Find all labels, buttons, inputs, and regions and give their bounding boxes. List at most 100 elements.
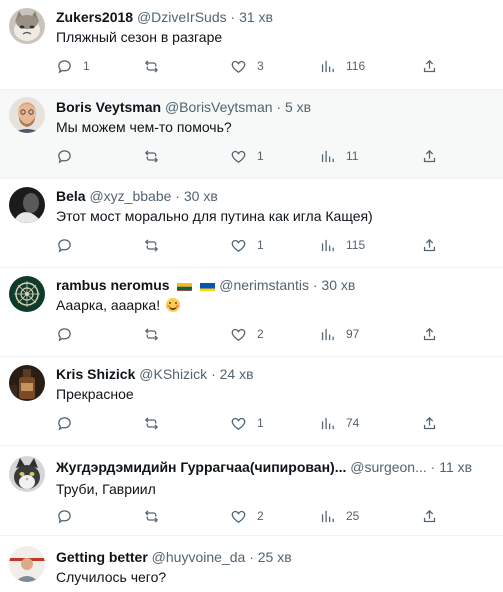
share-button[interactable]	[421, 145, 438, 167]
like-icon	[230, 415, 247, 432]
like-count: 3	[257, 59, 264, 73]
tweet-actions: 1 115	[0, 234, 503, 256]
view-count: 11	[346, 149, 359, 163]
retweet-icon	[143, 508, 160, 525]
like-icon	[230, 237, 247, 254]
retweet-button[interactable]	[143, 412, 170, 434]
share-button[interactable]	[421, 505, 438, 527]
like-button[interactable]: 1	[230, 234, 264, 256]
reply-button[interactable]	[56, 412, 83, 434]
share-button[interactable]	[421, 55, 438, 77]
tweet-actions: 1 74	[0, 412, 503, 434]
like-count: 2	[257, 327, 264, 341]
retweet-button[interactable]	[143, 234, 170, 256]
view-count: 74	[346, 416, 360, 430]
timestamp[interactable]: 31 хв	[239, 9, 273, 25]
username[interactable]: @surgeon...	[350, 459, 426, 475]
tweet[interactable]: Kris Shizick @KShizick · 24 хв Прекрасно…	[0, 357, 503, 446]
username[interactable]: @BorisVeytsman	[165, 99, 273, 115]
views-button[interactable]: 25	[319, 505, 359, 527]
share-button[interactable]	[421, 323, 438, 345]
grey-cat-avatar[interactable]	[9, 456, 45, 492]
display-name[interactable]: Bela	[56, 188, 86, 204]
share-icon	[421, 58, 438, 75]
reply-icon	[56, 508, 73, 525]
retweet-icon	[143, 58, 160, 75]
tweet-text: Этот мост морально для путина как игла К…	[56, 208, 373, 224]
display-name[interactable]: Zukers2018	[56, 9, 133, 25]
tweet[interactable]: rambus neromus @nerimstantis · 30 хв Ааа…	[0, 268, 503, 357]
display-name[interactable]: Getting better	[56, 549, 148, 565]
username[interactable]: @huyvoine_da	[152, 549, 246, 565]
retweet-button[interactable]	[143, 323, 170, 345]
like-button[interactable]: 3	[230, 55, 264, 77]
username[interactable]: @DziveIrSuds	[137, 9, 227, 25]
display-name[interactable]: Kris Shizick	[56, 366, 135, 382]
ornament-avatar[interactable]	[9, 276, 45, 312]
display-name[interactable]: Жугдэрдэмидийн Гуррагчаа(чипирован)...	[56, 459, 346, 475]
reply-button[interactable]: 1	[56, 55, 90, 77]
tweet-text: Труби, Гавриил	[56, 481, 156, 497]
tweet-text: Случилось чего?	[56, 569, 167, 585]
reply-icon	[56, 58, 73, 75]
timestamp[interactable]: 5 хв	[285, 99, 311, 115]
username[interactable]: @nerimstantis	[219, 277, 309, 293]
retweet-button[interactable]	[143, 55, 170, 77]
like-icon	[230, 326, 247, 343]
views-icon	[319, 508, 336, 525]
timestamp[interactable]: 25 хв	[258, 549, 292, 565]
share-icon	[421, 415, 438, 432]
views-button[interactable]: 97	[319, 323, 359, 345]
bottle-avatar[interactable]	[9, 365, 45, 401]
tweet-header: Жугдэрдэмидийн Гуррагчаа(чипирован)... @…	[56, 458, 472, 476]
tweet-text-content: Ааарка, ааарка!	[56, 297, 161, 313]
tweet-header: Boris Veytsman @BorisVeytsman · 5 хв	[56, 98, 311, 116]
smiling-face-emoji-icon	[166, 298, 180, 312]
tweet-actions: 1 3 116	[0, 55, 503, 77]
dark-avatar[interactable]	[9, 187, 45, 223]
views-button[interactable]: 11	[319, 145, 358, 167]
timestamp[interactable]: 24 хв	[220, 366, 254, 382]
share-button[interactable]	[421, 412, 438, 434]
like-button[interactable]: 2	[230, 505, 264, 527]
views-icon	[319, 148, 336, 165]
reply-button[interactable]	[56, 505, 83, 527]
display-name[interactable]: Boris Veytsman	[56, 99, 161, 115]
display-name[interactable]: rambus neromus	[56, 277, 170, 293]
username[interactable]: @KShizick	[139, 366, 207, 382]
share-button[interactable]	[421, 234, 438, 256]
like-count: 2	[257, 509, 264, 523]
tweet-actions: 2 97	[0, 323, 503, 345]
tweet[interactable]: Getting better @huyvoine_da · 25 хв Случ…	[0, 536, 503, 592]
views-button[interactable]: 116	[319, 55, 365, 77]
tweet-header: Kris Shizick @KShizick · 24 хв	[56, 365, 254, 383]
retweet-button[interactable]	[143, 505, 170, 527]
reply-button[interactable]	[56, 145, 83, 167]
views-button[interactable]: 115	[319, 234, 365, 256]
person-avatar[interactable]	[9, 546, 45, 582]
like-button[interactable]: 2	[230, 323, 264, 345]
tweet[interactable]: Zukers2018 @DziveIrSuds · 31 хв Пляжный …	[0, 0, 503, 90]
timestamp[interactable]: 30 хв	[184, 188, 218, 204]
username[interactable]: @xyz_bbabe	[89, 188, 171, 204]
like-icon	[230, 508, 247, 525]
man-avatar[interactable]	[9, 97, 45, 133]
tweet[interactable]: Жугдэрдэмидийн Гуррагчаа(чипирован)... @…	[0, 446, 503, 536]
reply-icon	[56, 148, 73, 165]
tweet[interactable]: Boris Veytsman @BorisVeytsman · 5 хв Мы …	[0, 90, 503, 179]
reply-button[interactable]	[56, 323, 83, 345]
like-icon	[230, 58, 247, 75]
views-button[interactable]: 74	[319, 412, 359, 434]
tweet[interactable]: Bela @xyz_bbabe · 30 хв Этот мост мораль…	[0, 179, 503, 268]
tweet-actions: 1 11	[0, 145, 503, 167]
like-button[interactable]: 1	[230, 145, 264, 167]
reply-button[interactable]	[56, 234, 83, 256]
timestamp[interactable]: 11 хв	[439, 459, 472, 475]
like-icon	[230, 148, 247, 165]
tweet-header: Getting better @huyvoine_da · 25 хв	[56, 548, 292, 566]
timestamp[interactable]: 30 хв	[321, 277, 355, 293]
retweet-button[interactable]	[143, 145, 170, 167]
cat-avatar[interactable]	[9, 8, 45, 44]
like-button[interactable]: 1	[230, 412, 264, 434]
like-count: 1	[257, 416, 264, 430]
